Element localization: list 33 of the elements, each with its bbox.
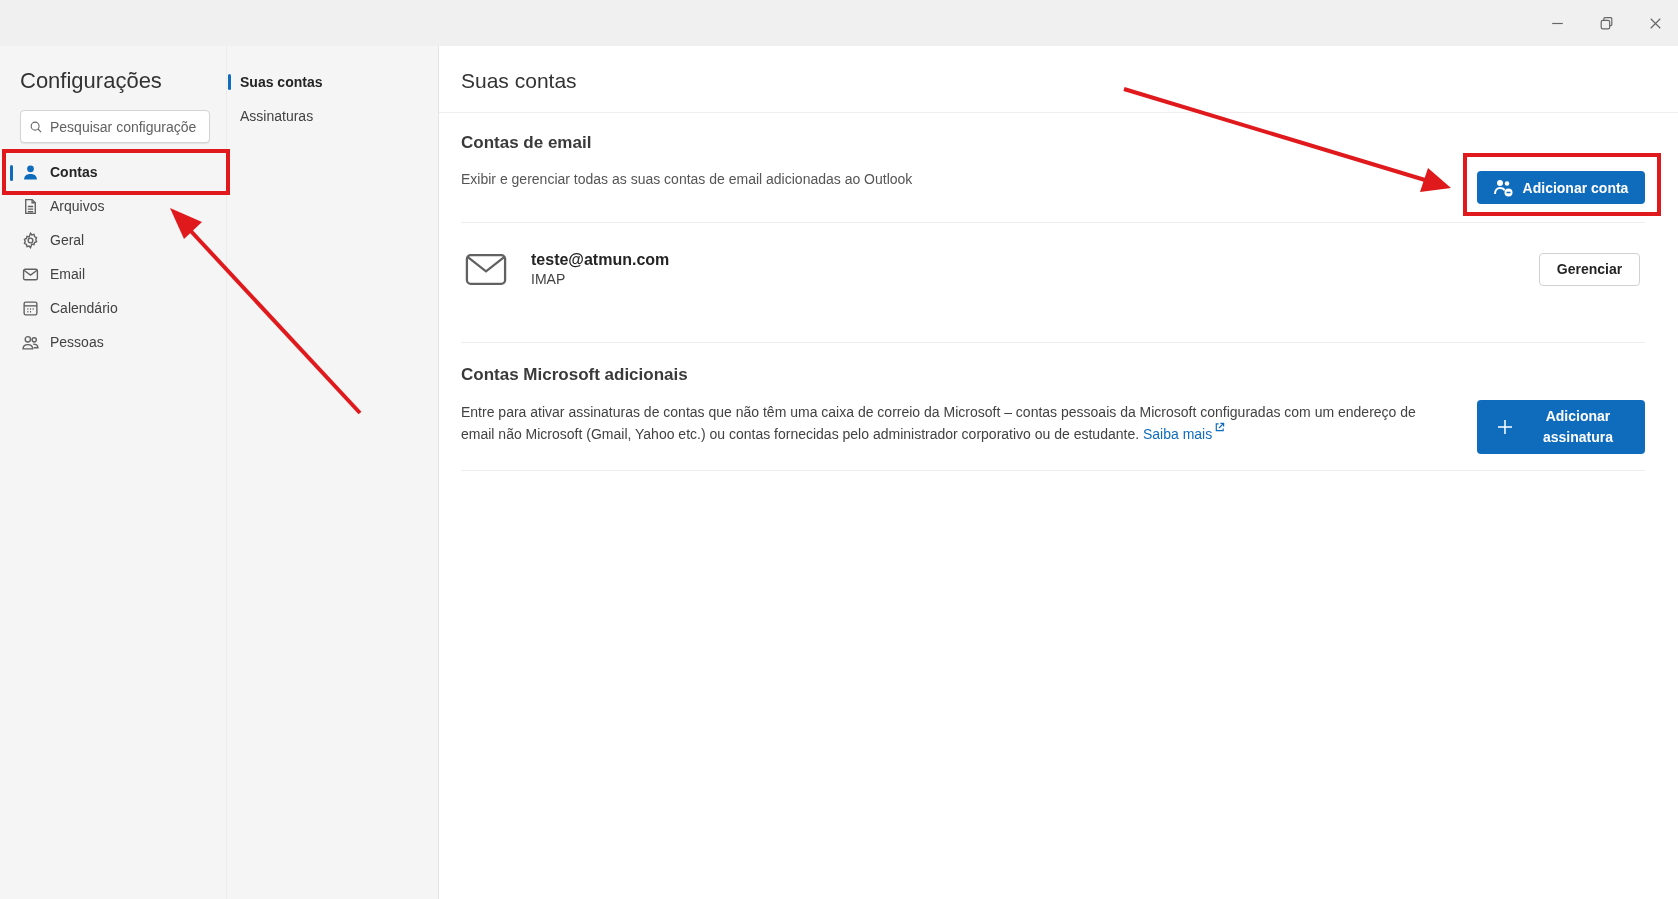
section-description: Exibir e gerenciar todas as suas contas de email adicionadas ao Outlook — [461, 170, 913, 189]
section-heading: Contas de email — [461, 133, 593, 153]
nav-item[interactable]: Geral — [3, 223, 226, 257]
nav-item[interactable]: Arquivos — [3, 189, 226, 223]
search-icon — [29, 120, 43, 134]
nav-item[interactable]: Pessoas — [3, 325, 226, 359]
subnav-tab[interactable]: Suas contas — [227, 70, 438, 104]
envelope-icon — [22, 265, 39, 283]
account-address: teste@atmun.com — [531, 251, 671, 269]
search-field[interactable]: Pesquisar configuraçõe — [20, 110, 210, 143]
page-title: Suas contas — [439, 46, 1678, 113]
nav-item[interactable]: Calendário — [3, 291, 226, 325]
settings-icon — [22, 231, 39, 249]
calendar-icon — [22, 299, 39, 317]
section-description: Entre para ativar assinaturas de contas que não têm uma caixa de correio da Microsoft – contas pessoais da Microsoft configuradas com um endereço de email não Microsoft (Gmail, Yahoo etc.) ou contas fornecidas pelo administrador corporativo ou de estudante. Saiba mais — [461, 403, 1417, 444]
restore-button[interactable] — [1598, 14, 1615, 32]
plus-icon — [1497, 419, 1513, 435]
external-link-icon — [1214, 422, 1226, 433]
nav-item[interactable]: Contas — [3, 155, 226, 189]
learn-more-link[interactable]: Saiba mais — [1142, 425, 1226, 442]
envelope-icon — [465, 252, 507, 286]
add-account-button[interactable]: Adicionar conta — [1477, 171, 1645, 204]
settings-title: Configurações — [19, 68, 163, 94]
subnav-tab[interactable]: Assinaturas — [227, 104, 438, 138]
account-type: IMAP — [531, 271, 567, 287]
section-heading: Contas Microsoft adicionais — [461, 365, 689, 385]
people-add-icon — [1493, 177, 1514, 198]
document-icon — [22, 197, 39, 215]
people-icon — [22, 333, 39, 351]
person-icon — [22, 163, 39, 181]
manage-button[interactable]: Gerenciar — [1539, 252, 1640, 286]
add-subscription-button[interactable]: Adicionar assinatura — [1477, 400, 1645, 454]
nav-item[interactable]: Email — [3, 257, 226, 291]
